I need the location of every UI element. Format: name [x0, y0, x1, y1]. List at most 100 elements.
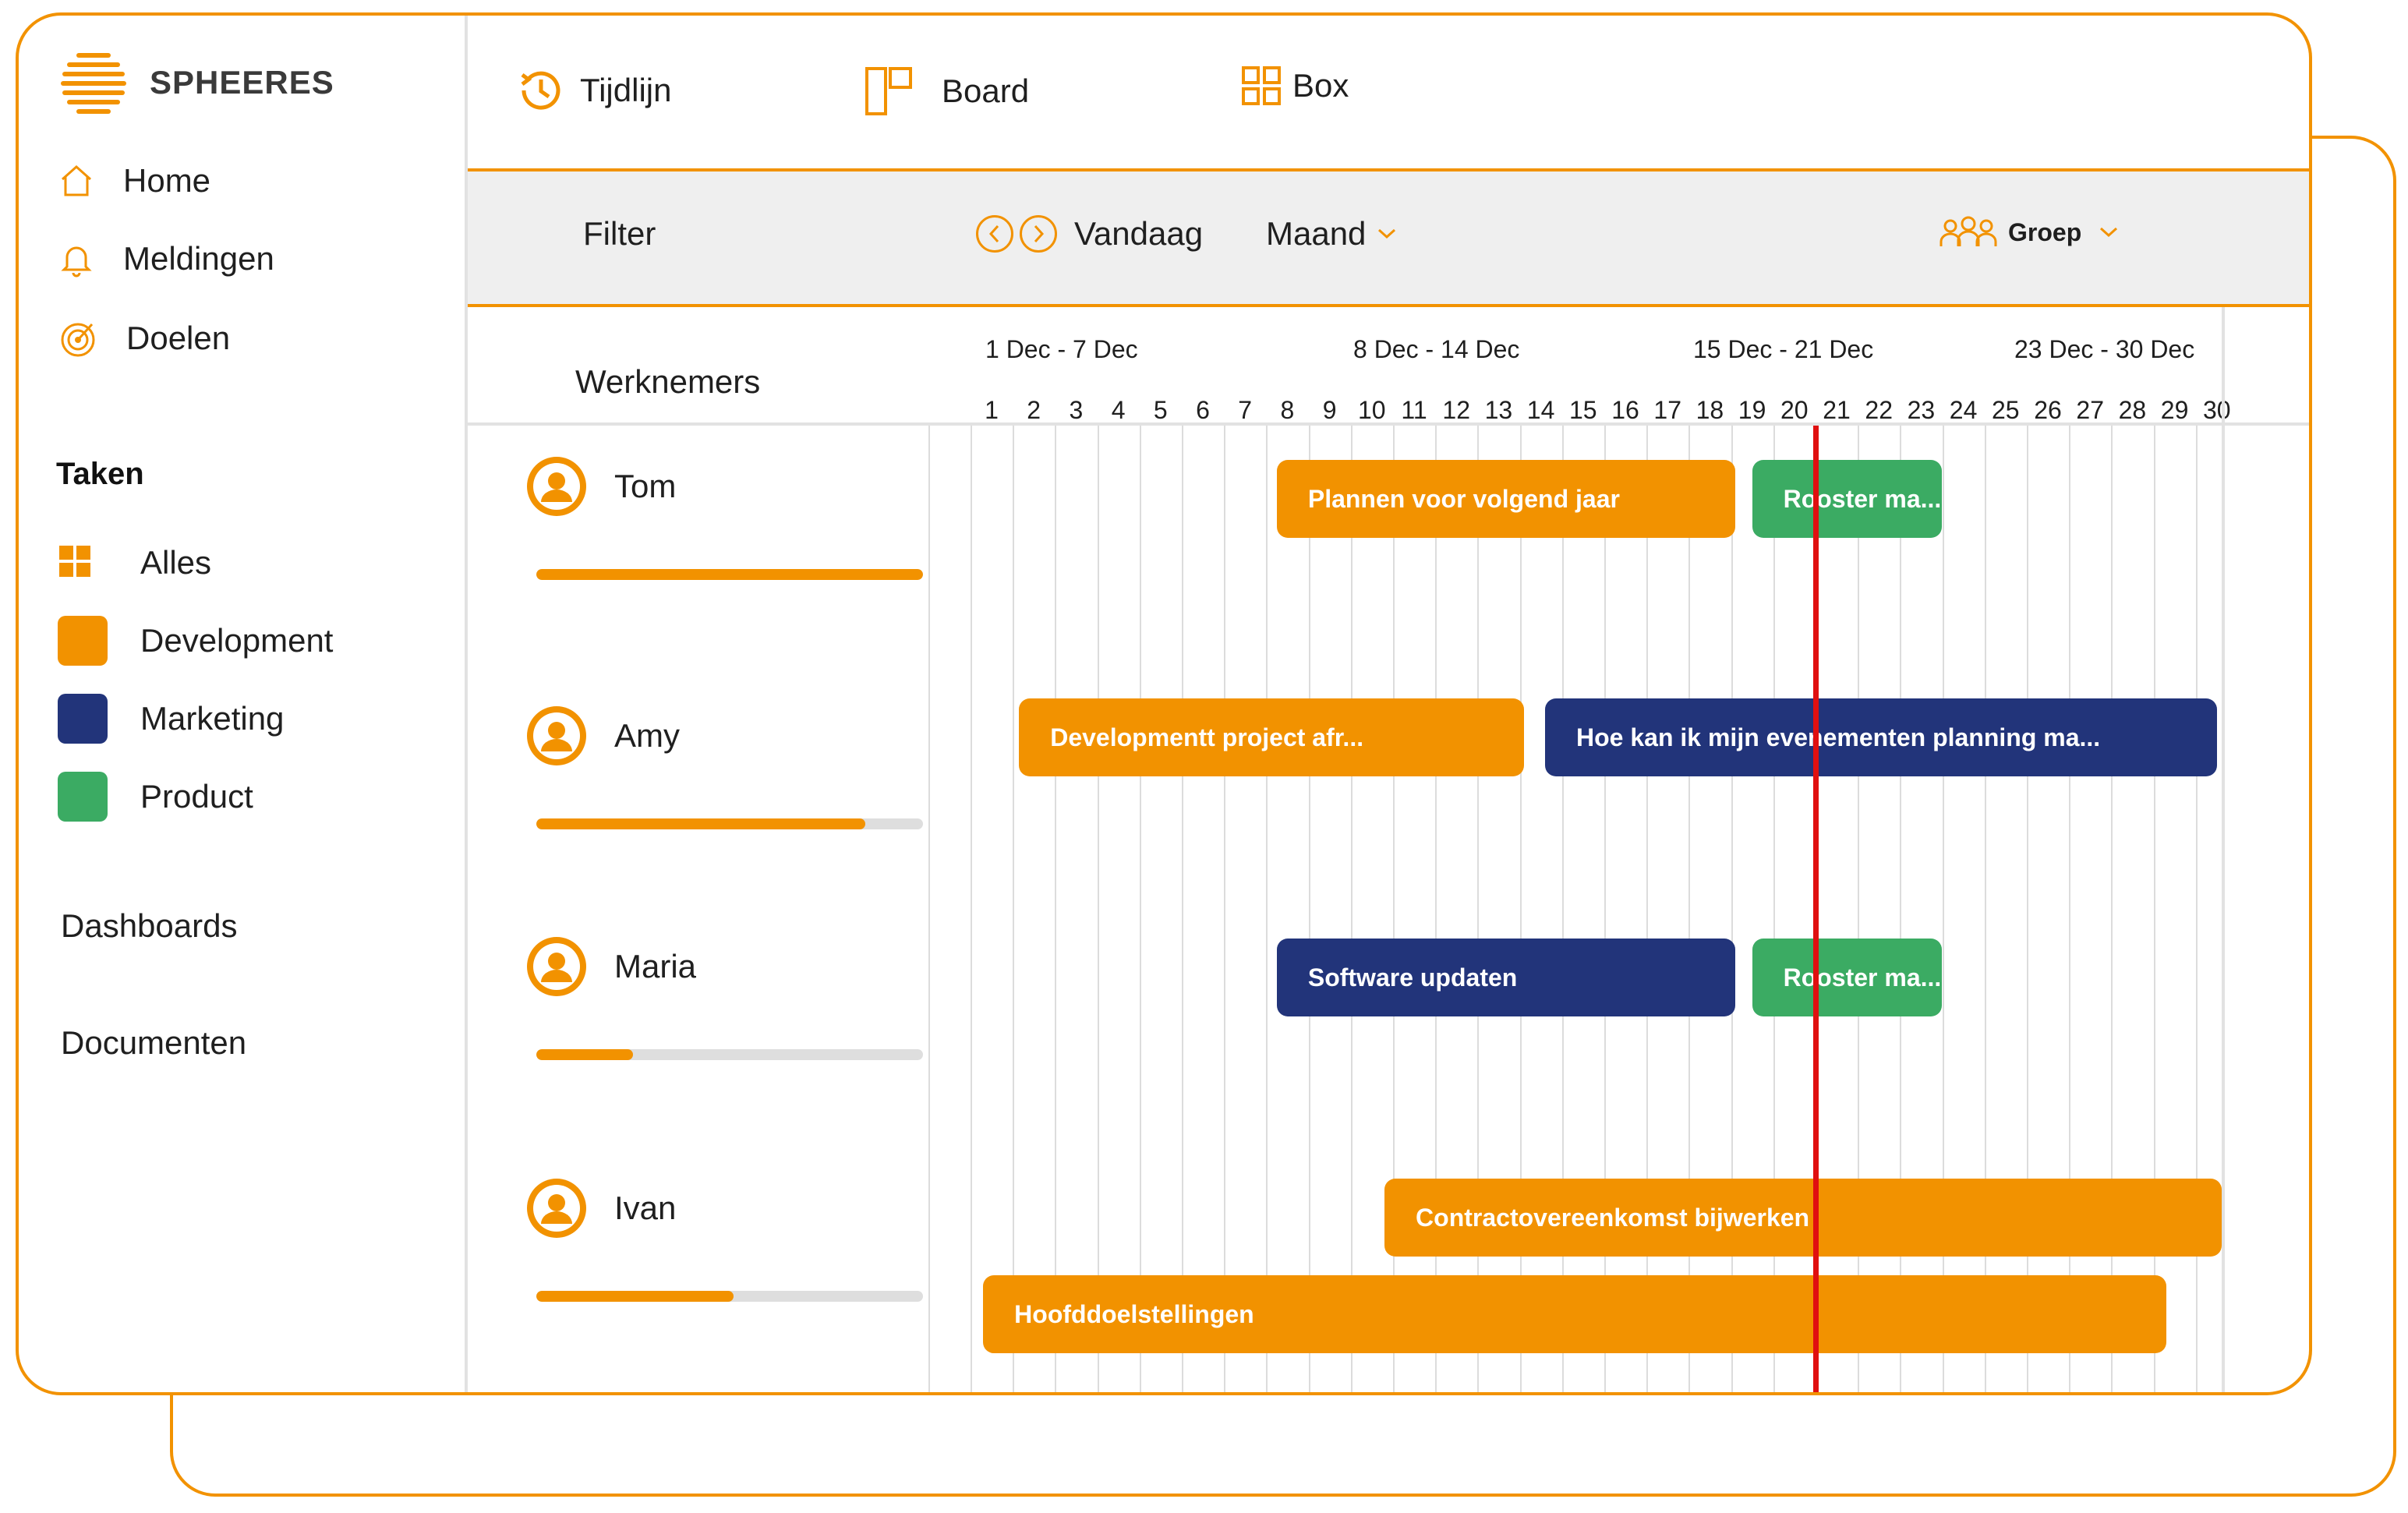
task-bar-label: Plannen voor volgend jaar	[1307, 484, 1620, 513]
task-bar[interactable]: Contractovereenkomst bijwerken	[1384, 1179, 2222, 1257]
day-label: 25	[1992, 396, 2020, 424]
day-label: 28	[2118, 396, 2147, 424]
user-silhouette-icon	[533, 1185, 580, 1232]
day-grid-line	[1055, 426, 1057, 1392]
view-tab-board[interactable]: Board	[864, 65, 1029, 117]
week-label: 23 Dec - 30 Dec	[2014, 335, 2195, 363]
day-label: 29	[2160, 396, 2189, 424]
task-bar[interactable]: Hoe kan ik mijn evenementen planning ma.…	[1545, 698, 2217, 776]
nav-item-doelen[interactable]: Doelen	[58, 318, 230, 359]
view-tab-tijdlijn[interactable]: Tijdlijn	[516, 65, 671, 115]
app-window: SPHEERES Home Meldingen Doelen Taken All…	[16, 12, 2312, 1395]
day-label: 8	[1280, 396, 1295, 424]
task-filter-product[interactable]: Product	[58, 772, 253, 822]
user-silhouette-icon	[533, 943, 580, 990]
nav-item-dashboards[interactable]: Dashboards	[61, 907, 237, 945]
employee-progress-bar	[536, 1291, 923, 1302]
spheeres-logo-icon	[61, 53, 126, 114]
avatar	[527, 937, 586, 996]
task-filter-label: Marketing	[140, 700, 285, 737]
employees-column-header: Werknemers	[575, 363, 761, 400]
users-group-icon	[1939, 216, 1997, 246]
brand-name: SPHEERES	[150, 64, 334, 101]
employee-name: Tom	[614, 468, 677, 504]
day-grid-line	[1224, 426, 1226, 1392]
day-grid-line	[1308, 426, 1310, 1392]
day-label: 26	[2034, 396, 2062, 424]
employee-row[interactable]: Maria	[527, 937, 696, 996]
view-tab-box[interactable]: Box	[1241, 65, 1349, 106]
brand-logo[interactable]: SPHEERES	[61, 50, 334, 115]
day-label: 30	[2203, 396, 2231, 424]
task-filter-development[interactable]: Development	[58, 616, 333, 666]
week-label: 15 Dec - 21 Dec	[1693, 335, 1874, 363]
view-tab-label: Tijdlijn	[580, 72, 672, 108]
user-silhouette-icon	[533, 463, 580, 510]
previous-period-button[interactable]	[976, 215, 1013, 253]
nav-item-label: Meldingen	[123, 240, 274, 277]
day-label: 22	[1865, 396, 1893, 424]
task-bar-label: Hoe kan ik mijn evenementen planning ma.…	[1576, 723, 2101, 751]
day-label: 6	[1196, 396, 1210, 424]
task-bar-label: Software updaten	[1307, 963, 1518, 992]
day-grid-line	[1266, 426, 1268, 1392]
task-bar[interactable]: Rooster ma...	[1752, 460, 1943, 538]
user-silhouette-icon	[533, 712, 580, 759]
target-icon	[61, 323, 95, 357]
day-label: 2	[1027, 396, 1041, 424]
task-bar-label: Rooster ma...	[1783, 484, 1942, 513]
employee-row[interactable]: Amy	[527, 706, 680, 765]
task-filter-alles[interactable]: Alles	[58, 538, 211, 588]
task-bar[interactable]: Software updaten	[1276, 939, 1735, 1016]
progress-fill	[536, 569, 923, 580]
day-grid-line	[1350, 426, 1353, 1392]
task-bar[interactable]: Hoofddoelstellingen	[983, 1275, 2166, 1353]
task-bar[interactable]: Plannen voor volgend jaar	[1276, 460, 1735, 538]
day-label: 20	[1780, 396, 1809, 424]
task-bar-label: Contractovereenkomst bijwerken	[1416, 1203, 1810, 1232]
development-swatch	[58, 616, 108, 666]
task-bar[interactable]: Rooster ma...	[1752, 939, 1943, 1016]
employee-name: Ivan	[614, 1190, 677, 1226]
progress-fill	[536, 1291, 734, 1302]
day-label: 3	[1069, 396, 1084, 424]
day-label: 13	[1484, 396, 1513, 424]
home-icon	[62, 164, 91, 196]
filter-bar: Filter Vandaag Maand Groep	[468, 171, 2309, 307]
day-label: 1	[985, 396, 999, 424]
chevron-right-icon	[1034, 224, 1045, 243]
week-label: 8 Dec - 14 Dec	[1353, 335, 1520, 363]
day-grid-line	[1139, 426, 1141, 1392]
task-bar[interactable]: Developmentt project afr...	[1019, 698, 1524, 776]
view-switcher-bar: Tijdlijn Board Box	[468, 16, 2309, 171]
today-button[interactable]: Vandaag	[1074, 215, 1203, 253]
grid-right-border	[2222, 307, 2225, 1392]
employee-row[interactable]: Ivan	[527, 1179, 676, 1238]
today-indicator-line	[1812, 426, 1819, 1392]
clock-history-icon	[521, 71, 560, 110]
avatar	[527, 457, 586, 516]
chevron-down-icon	[2100, 227, 2118, 238]
date-navigation: Vandaag	[976, 215, 1203, 253]
day-label: 11	[1401, 396, 1427, 424]
nav-item-documenten[interactable]: Documenten	[61, 1024, 246, 1062]
filter-button[interactable]: Filter	[583, 215, 656, 253]
nav-item-home[interactable]: Home	[58, 162, 210, 200]
grid-icon	[59, 546, 90, 577]
box-grid-icon	[1242, 66, 1281, 105]
day-grid-line	[1181, 426, 1183, 1392]
tasks-section-title: Taken	[56, 457, 144, 491]
group-select[interactable]: Groep	[1939, 215, 2119, 249]
employee-row[interactable]: Tom	[527, 457, 676, 516]
day-grid-line	[1013, 426, 1015, 1392]
day-label: 17	[1653, 396, 1681, 424]
next-period-button[interactable]	[1020, 215, 1057, 253]
period-select[interactable]: Maand	[1266, 215, 1397, 253]
employee-progress-bar	[536, 569, 923, 580]
period-select-value: Maand	[1266, 215, 1367, 252]
nav-item-meldingen[interactable]: Meldingen	[58, 240, 274, 278]
employee-name: Amy	[614, 717, 680, 754]
task-filter-marketing[interactable]: Marketing	[58, 694, 284, 744]
day-grid-line	[970, 426, 972, 1392]
avatar	[527, 706, 586, 765]
